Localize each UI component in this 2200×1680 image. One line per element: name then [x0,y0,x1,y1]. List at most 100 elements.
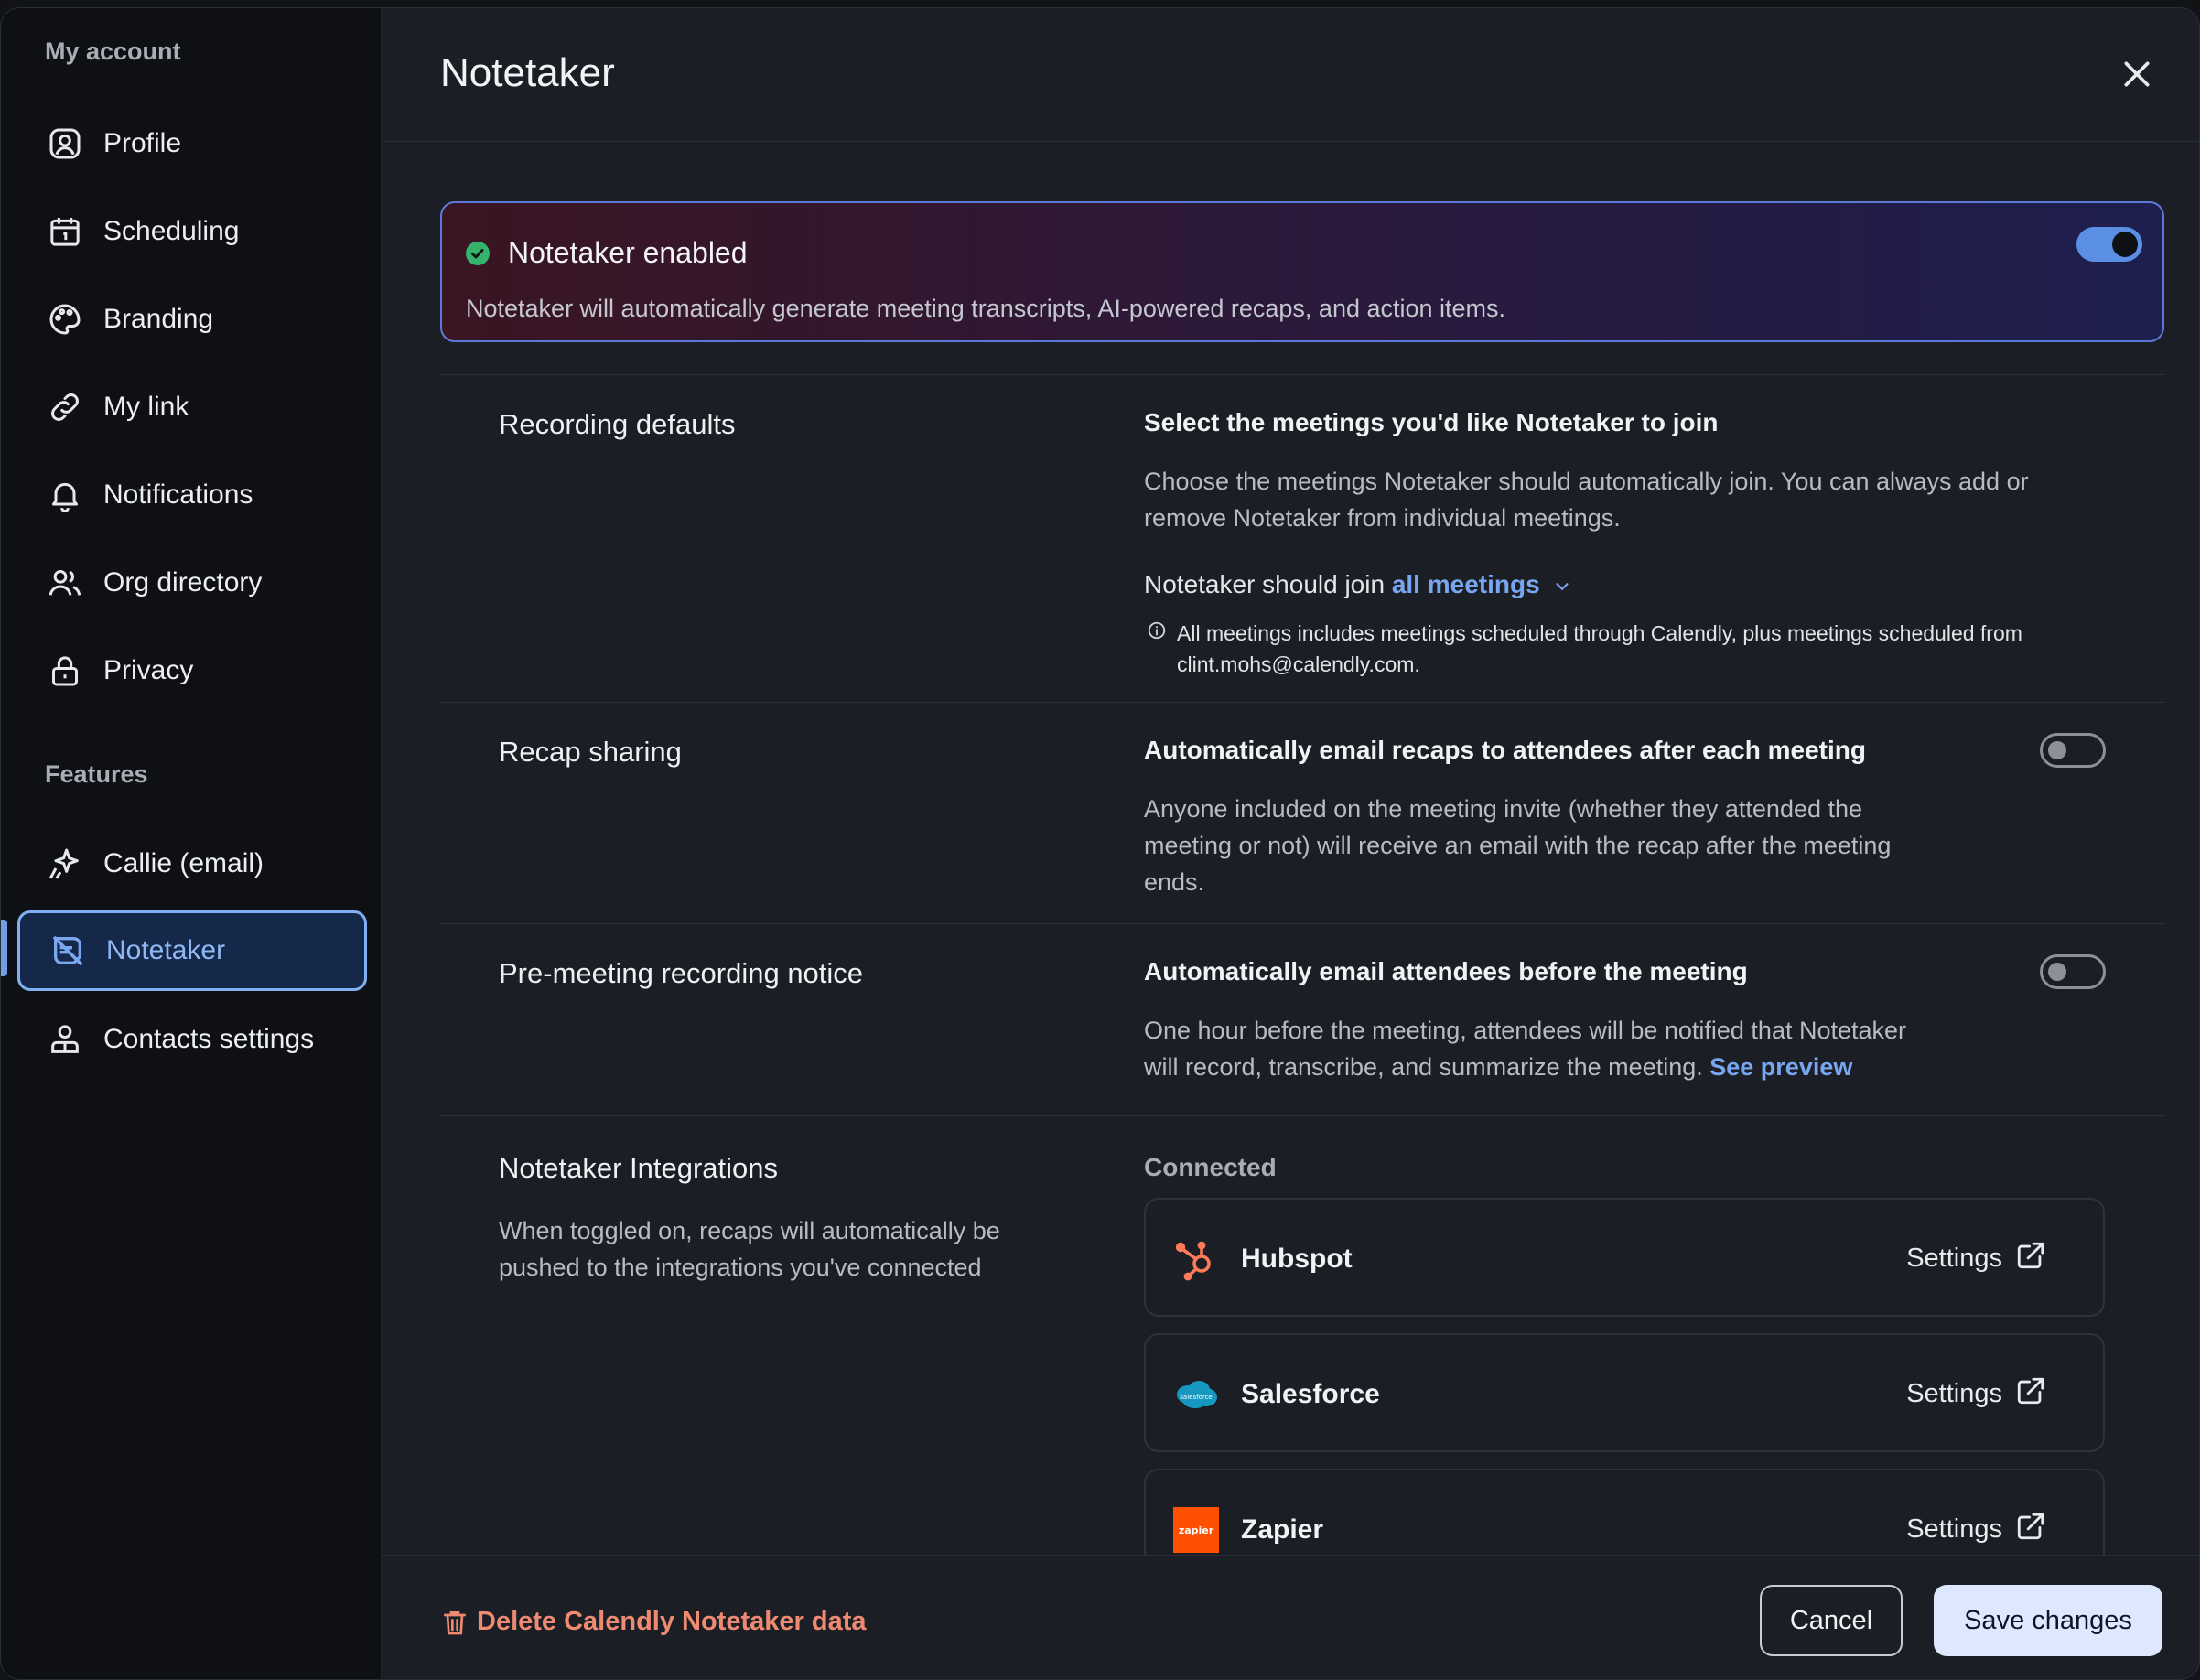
external-link-icon [2015,1511,2046,1542]
recap-desc-line3: ends. [1144,868,1205,896]
close-icon [2124,61,2150,87]
sidebar-item-notifications[interactable]: Notifications [17,455,367,535]
recap-desc-line1: Anyone included on the meeting invite (w… [1144,795,1863,823]
active-indicator [1,920,7,976]
contacts-icon [45,1019,85,1060]
premeeting-title: Automatically email attendees before the… [1144,957,1748,985]
notetaker-enabled-banner: Notetaker enabled Notetaker will automat… [440,201,2164,342]
sidebar-item-label: Privacy [103,655,194,685]
profile-icon [45,124,85,164]
chevron-down-icon [1556,582,1569,590]
connected-label: Connected [1144,1153,1277,1181]
sidebar-item-notetaker[interactable]: Notetaker [17,910,367,991]
delete-data-label: Delete Calendly Notetaker data [477,1607,867,1636]
join-dropdown[interactable]: all meetings [1392,570,1573,598]
recording-desc-line2: remove Notetaker from individual meeting… [1144,504,1621,532]
main-panel: Notetaker Notetaker enabled Notetaker wi… [382,8,2199,1679]
sidebar-item-label: Org directory [103,567,263,598]
integration-card-hubspot: Hubspot Settings [1144,1198,2105,1317]
integration-name: Hubspot [1241,1244,1353,1274]
banner-description: Notetaker will automatically generate me… [466,295,1506,322]
footer-bar: Delete Calendly Notetaker data Cancel Sa… [382,1555,2199,1679]
premeeting-desc-line2: will record, transcribe, and summarize t… [1144,1053,1703,1081]
sidebar-item-org-directory[interactable]: Org directory [17,543,367,623]
sidebar-item-label: My link [103,392,189,422]
see-preview-link[interactable]: See preview [1709,1053,1852,1081]
join-prefix: Notetaker should join [1144,570,1386,598]
palette-icon [45,299,85,339]
section-title-recording-defaults: Recording defaults [499,408,736,440]
zapier-logo-text: zapier [1179,1524,1214,1536]
sidebar-item-label: Profile [103,128,182,158]
integrations-desc-line1: When toggled on, recaps will automatical… [499,1217,1000,1244]
sidebar: My account Profile Scheduling Branding M… [1,8,382,1679]
sidebar-item-label: Callie (email) [103,848,264,878]
divider [440,1115,2164,1116]
sidebar-item-label: Scheduling [103,216,240,246]
info-note: All meetings includes meetings scheduled… [1177,618,2022,680]
section-title-recap-sharing: Recap sharing [499,736,682,768]
delete-data-button[interactable]: Delete Calendly Notetaker data [440,1607,866,1637]
section-heading-features: Features [45,760,148,788]
sidebar-item-callie[interactable]: Callie (email) [17,824,367,904]
sidebar-item-profile[interactable]: Profile [17,103,367,184]
users-icon [45,563,85,603]
sidebar-item-label: Contacts settings [103,1024,315,1054]
recap-desc-line2: meeting or not) will receive an email wi… [1144,832,1892,859]
recording-desc-line1: Choose the meetings Notetaker should aut… [1144,468,2029,495]
external-link-icon [2015,1375,2046,1406]
sidebar-item-label: Notifications [103,479,253,510]
info-note-line2: clint.mohs@calendly.com. [1177,652,1420,676]
notetaker-enabled-toggle[interactable] [2076,227,2142,262]
premeeting-desc-line2-wrap: will record, transcribe, and summarize t… [1144,1049,1852,1085]
settings-window: My account Profile Scheduling Branding M… [0,7,2200,1680]
integrations-desc-line2: pushed to the integrations you've connec… [499,1254,982,1281]
sidebar-item-privacy[interactable]: Privacy [17,630,367,711]
info-icon [1147,620,1167,645]
page-header: Notetaker [382,8,2199,142]
zapier-icon: zapier [1173,1507,1219,1553]
link-icon [45,387,85,427]
recap-sharing-toggle[interactable] [2040,733,2106,768]
integration-card-salesforce: salesforce Salesforce Settings [1144,1333,2105,1452]
banner-title: Notetaker enabled [508,236,748,269]
sidebar-item-scheduling[interactable]: Scheduling [17,191,367,272]
page-title: Notetaker [440,50,615,95]
salesforce-icon: salesforce [1173,1372,1219,1417]
external-link-icon [2015,1240,2046,1271]
join-dropdown-value: all meetings [1391,570,1540,598]
divider [440,923,2164,924]
save-changes-button[interactable]: Save changes [1934,1585,2162,1656]
integration-settings-link[interactable]: Settings [1906,1514,2002,1545]
integration-settings-link[interactable]: Settings [1906,1244,2002,1274]
sidebar-item-label: Branding [103,304,214,334]
bell-icon [45,475,85,515]
calendar-icon [45,211,85,252]
divider [440,702,2164,703]
integration-name: Zapier [1241,1514,1324,1545]
divider [440,374,2164,375]
sidebar-item-contacts-settings[interactable]: Contacts settings [17,999,367,1080]
notetaker-icon [48,931,88,971]
sidebar-item-my-link[interactable]: My link [17,367,367,447]
salesforce-logo-text: salesforce [1180,1394,1212,1401]
recap-title: Automatically email recaps to attendees … [1144,736,1866,764]
section-title-integrations: Notetaker Integrations [499,1152,779,1184]
section-title-pre-meeting-notice: Pre-meeting recording notice [499,957,864,989]
integration-settings-link[interactable]: Settings [1906,1379,2002,1409]
join-setting: Notetaker should join all meetings [1144,566,1572,603]
hubspot-icon [1173,1236,1219,1282]
integrations-description: When toggled on, recaps will automatical… [499,1212,1048,1286]
trash-icon [444,1610,466,1634]
close-button[interactable] [2119,56,2155,92]
recording-title: Select the meetings you'd like Notetaker… [1144,408,1719,436]
cancel-button[interactable]: Cancel [1760,1585,1903,1656]
check-circle-icon [466,242,490,265]
premeeting-notice-toggle[interactable] [2040,954,2106,989]
info-note-line1: All meetings includes meetings scheduled… [1177,621,2022,645]
sidebar-item-label: Notetaker [106,935,226,965]
lock-icon [45,651,85,691]
integration-name: Salesforce [1241,1379,1380,1409]
sparkle-icon [45,844,85,884]
sidebar-item-branding[interactable]: Branding [17,279,367,360]
